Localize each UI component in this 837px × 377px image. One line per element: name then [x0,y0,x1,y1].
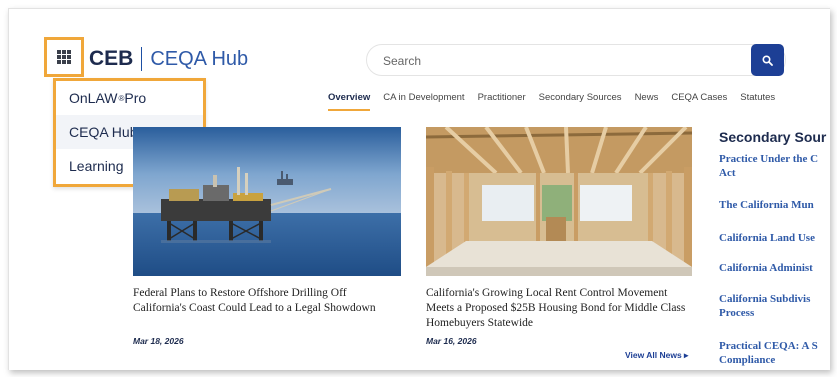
menu-item-label: OnLAW [69,90,118,106]
tab-statutes[interactable]: Statutes [740,92,775,111]
secondary-source-link[interactable]: California Subdivis Process [719,292,829,320]
tab-practitioner[interactable]: Practitioner [478,92,526,111]
secondary-source-link[interactable]: Practice Under the C Act [719,152,829,180]
link-line: Practical CEQA: A S [719,340,818,352]
secondary-source-link[interactable]: The California Mun [719,198,829,212]
article-image-house-framing[interactable] [426,127,692,276]
link-line: Practice Under the C [719,153,819,165]
article-image-offshore-platform[interactable] [133,127,401,276]
view-all-news-link[interactable]: View All News ▸ [625,350,688,361]
search-input[interactable] [383,51,743,71]
secondary-sources-heading: Secondary Sour [719,129,827,145]
search-icon [762,54,773,66]
menu-item-label: Learning [69,158,124,174]
menu-item-label-tail: Pro [124,90,147,106]
link-line: Process [719,307,755,319]
site-logo[interactable]: CEB CEQA Hub [89,45,248,73]
grid-icon [57,50,71,64]
brand-name: CEB [89,47,134,70]
tab-ca-in-development[interactable]: CA in Development [383,92,464,111]
search-button[interactable] [751,44,784,76]
app-switcher-button[interactable] [44,37,84,77]
article-headline[interactable]: California's Growing Local Rent Control … [426,286,696,331]
tab-news[interactable]: News [635,92,659,111]
tab-overview[interactable]: Overview [328,92,371,111]
main-nav: Overview CA in Development Practitioner … [328,92,788,111]
search-bar [366,44,786,76]
article-headline[interactable]: Federal Plans to Restore Offshore Drilli… [133,286,393,316]
menu-item-label: CEQA Hub [69,124,138,140]
link-line: Act [719,167,736,179]
tab-ceqa-cases[interactable]: CEQA Cases [671,92,727,111]
logo-divider [141,47,143,71]
secondary-source-link[interactable]: Practical CEQA: A S Compliance [719,339,829,367]
menu-item-onlaw-pro[interactable]: OnLAW ® Pro [56,81,203,115]
article-date: Mar 18, 2026 [133,336,184,346]
article-date: Mar 16, 2026 [426,336,477,346]
link-line: The California Mun [719,199,814,211]
product-name: CEQA Hub [150,47,249,70]
secondary-source-link[interactable]: California Administ [719,261,829,275]
link-line: Compliance [719,354,776,366]
link-line: California Land Use [719,232,815,244]
secondary-source-link[interactable]: California Land Use [719,231,829,245]
link-line: California Administ [719,262,813,274]
tab-secondary-sources[interactable]: Secondary Sources [539,92,622,111]
link-line: California Subdivis [719,293,811,305]
